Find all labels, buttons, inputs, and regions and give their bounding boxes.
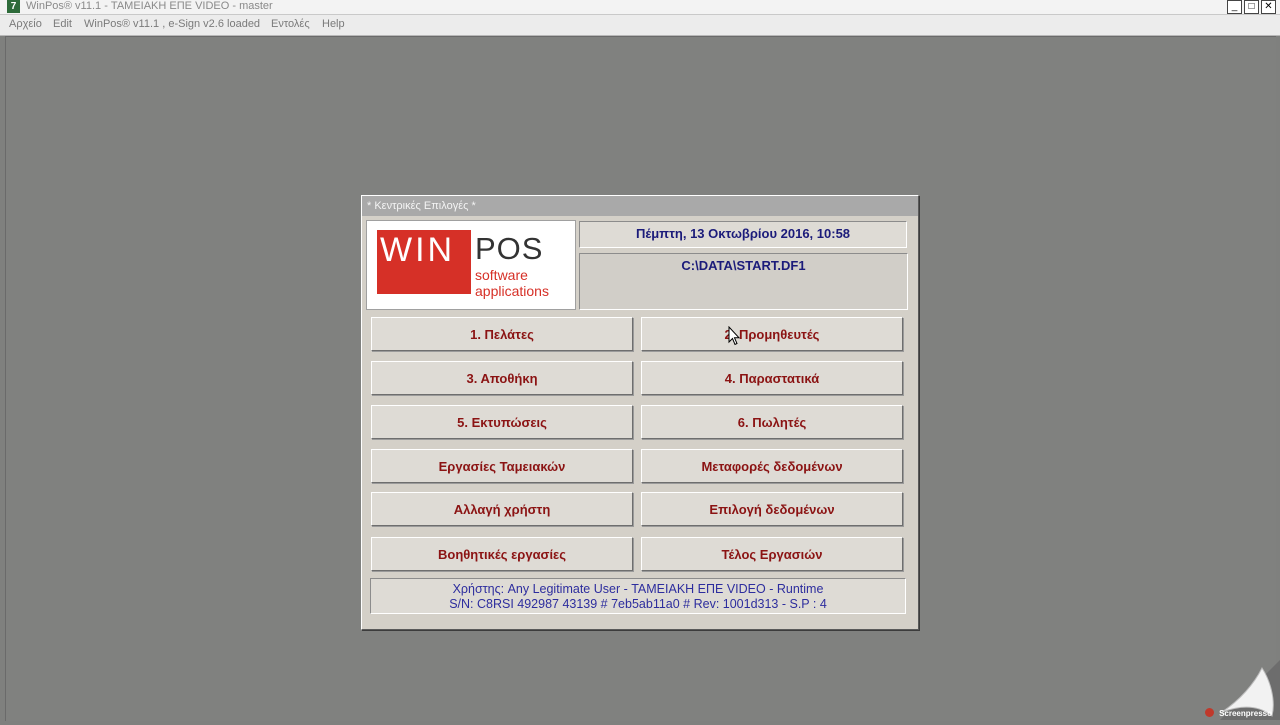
- winpos-logo: WIN POS software applications: [366, 220, 576, 310]
- date-display: Πέμπτη, 13 Οκτωβρίου 2016, 10:58: [579, 221, 907, 248]
- warehouse-button[interactable]: 3. Αποθήκη: [371, 361, 633, 395]
- logo-tagline-line1: software: [475, 267, 528, 283]
- logo-pos-text: POS: [475, 231, 544, 266]
- select-data-button[interactable]: Επιλογή δεδομένων: [641, 492, 903, 526]
- cash-register-tasks-button[interactable]: Εργασίες Ταμειακών: [371, 449, 633, 483]
- utility-tasks-button[interactable]: Βοηθητικές εργασίες: [371, 537, 633, 571]
- screenpresso-logo-icon: [1205, 708, 1214, 717]
- user-status-panel: Χρήστης: Any Legitimate User - ΤΑΜΕΙΑΚΗ …: [370, 578, 906, 614]
- mouse-cursor-icon: [728, 326, 740, 346]
- menu-bar: Αρχείο Edit WinPos® v11.1 , e-Sign v2.6 …: [0, 15, 1280, 36]
- logo-tagline-line2: applications: [475, 283, 549, 299]
- maximize-icon[interactable]: □: [1244, 0, 1259, 14]
- end-tasks-button[interactable]: Τέλος Εργασιών: [641, 537, 903, 571]
- dialog-title-bar[interactable]: * Κεντρικές Επιλογές *: [362, 196, 918, 216]
- customers-button[interactable]: 1. Πελάτες: [371, 317, 633, 351]
- data-path-display: C:\DATA\START.DF1: [579, 253, 908, 310]
- close-icon[interactable]: ✕: [1261, 0, 1276, 14]
- window-title: WinPos® v11.1 - ΤΑΜΕΙΑΚΗ ΕΠΕ VIDEO - mas…: [26, 0, 273, 12]
- title-bar: 7 WinPos® v11.1 - ΤΑΜΕΙΑΚΗ ΕΠΕ VIDEO - m…: [0, 0, 1280, 15]
- data-transfer-button[interactable]: Μεταφορές δεδομένων: [641, 449, 903, 483]
- change-user-button[interactable]: Αλλαγή χρήστη: [371, 492, 633, 526]
- menu-help[interactable]: Help: [322, 18, 345, 30]
- watermark-text: Screenpresso: [1219, 709, 1272, 718]
- prints-button[interactable]: 5. Εκτυπώσεις: [371, 405, 633, 439]
- app-icon[interactable]: 7: [7, 0, 20, 13]
- main-options-window: * Κεντρικές Επιλογές * WIN POS software …: [361, 195, 919, 630]
- menu-edit[interactable]: Edit: [53, 18, 72, 30]
- minimize-icon[interactable]: _: [1227, 0, 1242, 14]
- logo-tagline: software applications: [475, 267, 549, 299]
- user-status-line: Χρήστης: Any Legitimate User - ΤΑΜΕΙΑΚΗ …: [452, 582, 824, 596]
- menu-winpos-info[interactable]: WinPos® v11.1 , e-Sign v2.6 loaded: [84, 18, 260, 30]
- documents-button[interactable]: 4. Παραστατικά: [641, 361, 903, 395]
- window-controls: _ □ ✕: [1227, 0, 1276, 14]
- screenpresso-watermark: Screenpresso: [1200, 660, 1280, 720]
- serial-status-line: S/N: C8RSI 492987 43139 # 7eb5ab11a0 # R…: [449, 597, 827, 611]
- salespeople-button[interactable]: 6. Πωλητές: [641, 405, 903, 439]
- dialog-title: * Κεντρικές Επιλογές *: [367, 200, 476, 212]
- logo-win-text: WIN: [380, 231, 456, 269]
- menu-commands[interactable]: Εντολές: [271, 18, 310, 30]
- menu-file[interactable]: Αρχείο: [9, 18, 42, 30]
- suppliers-button[interactable]: 2. Προμηθευτές: [641, 317, 903, 351]
